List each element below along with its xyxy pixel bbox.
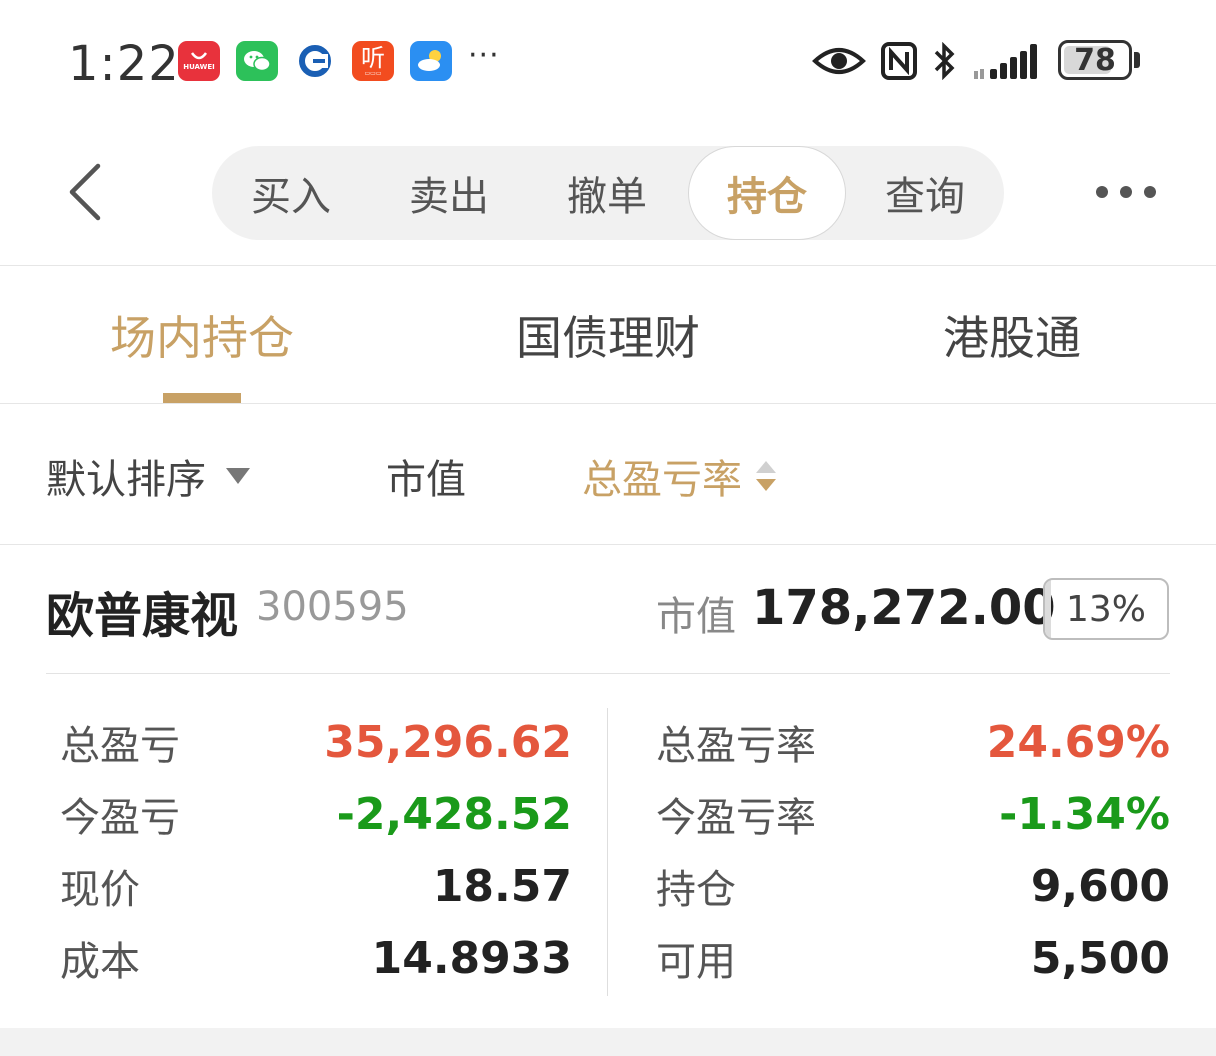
battery-cap xyxy=(1134,52,1140,68)
triangle-down-icon xyxy=(226,468,250,484)
status-bar: 1:22 HUAWEI 听 ▭▭▭ ··· 78 xyxy=(0,0,1216,120)
card-divider xyxy=(46,673,1170,674)
nfc-icon xyxy=(880,40,918,82)
tab-sell[interactable]: 卖出 xyxy=(370,146,528,240)
today-pl-label: 今盈亏 xyxy=(60,795,180,841)
market-value-label: 市值 xyxy=(656,594,736,640)
tab-positions[interactable]: 持仓 xyxy=(688,146,846,240)
market-value: 178,272.00 xyxy=(752,580,1056,636)
stock-code: 300595 xyxy=(256,584,409,630)
chevron-left-icon xyxy=(69,163,101,221)
subtab-divider xyxy=(0,403,1216,404)
weather-icon xyxy=(410,41,452,81)
wechat-icon xyxy=(236,41,278,81)
sort-divider xyxy=(0,544,1216,545)
stats-column-separator xyxy=(607,708,608,996)
total-pl-label: 总盈亏 xyxy=(60,723,180,769)
cost-label: 成本 xyxy=(60,939,140,985)
signal-strength-icon xyxy=(972,40,1044,82)
sort-default-label: 默认排序 xyxy=(46,457,206,503)
today-pl-rate-label: 今盈亏率 xyxy=(656,795,816,841)
position-qty-label: 持仓 xyxy=(656,867,736,913)
current-price-value: 18.57 xyxy=(432,860,572,912)
total-pl-value: 35,296.62 xyxy=(324,716,572,768)
tab-cancel-order[interactable]: 撤单 xyxy=(528,146,686,240)
subtab-onmarket-positions[interactable]: 场内持仓 xyxy=(102,300,302,370)
total-pl-rate-label: 总盈亏率 xyxy=(656,723,816,769)
eye-comfort-icon xyxy=(812,40,866,82)
current-price-label: 现价 xyxy=(60,867,140,913)
active-subtab-indicator xyxy=(163,393,241,403)
position-qty-value: 9,600 xyxy=(1030,860,1170,912)
sort-toggle-icon xyxy=(756,461,776,491)
battery-indicator: 78 xyxy=(1058,40,1132,80)
tab-buy[interactable]: 买入 xyxy=(212,146,370,240)
today-pl-rate-value: -1.34% xyxy=(999,788,1170,840)
available-qty-value: 5,500 xyxy=(1030,932,1170,984)
sort-default-dropdown[interactable]: 默认排序 xyxy=(46,446,252,506)
subtab-hk-connect[interactable]: 港股通 xyxy=(932,300,1092,370)
position-ratio-text: 13% xyxy=(1065,588,1146,630)
bottom-background-strip xyxy=(0,1028,1216,1056)
more-notifications-icon: ··· xyxy=(468,38,500,73)
total-pl-rate-value: 24.69% xyxy=(986,716,1170,768)
sort-market-value[interactable]: 市值 xyxy=(386,446,466,506)
more-options-button[interactable] xyxy=(1096,178,1168,206)
subtab-treasury-wealth[interactable]: 国债理财 xyxy=(508,300,708,370)
available-qty-label: 可用 xyxy=(656,939,736,985)
trade-tab-bar: 买入 卖出 撤单 持仓 查询 xyxy=(212,146,1004,240)
tab-query[interactable]: 查询 xyxy=(846,146,1004,240)
ccb-bank-icon xyxy=(294,41,336,81)
battery-level: 78 xyxy=(1074,42,1116,78)
position-ratio-badge: 13% xyxy=(1043,578,1169,640)
today-pl-value: -2,428.52 xyxy=(336,788,572,840)
stock-name: 欧普康视 xyxy=(46,588,239,644)
sort-total-pl-rate[interactable]: 总盈亏率 xyxy=(582,446,778,506)
header-divider xyxy=(0,265,1216,266)
huawei-appgallery-icon: HUAWEI xyxy=(178,41,220,81)
ximalaya-listen-icon: 听 ▭▭▭ xyxy=(352,41,394,81)
cost-value: 14.8933 xyxy=(371,932,572,984)
back-button[interactable] xyxy=(60,160,110,224)
status-time: 1:22 xyxy=(68,36,180,92)
sort-total-pl-rate-label: 总盈亏率 xyxy=(582,457,742,503)
bluetooth-icon xyxy=(930,40,960,82)
